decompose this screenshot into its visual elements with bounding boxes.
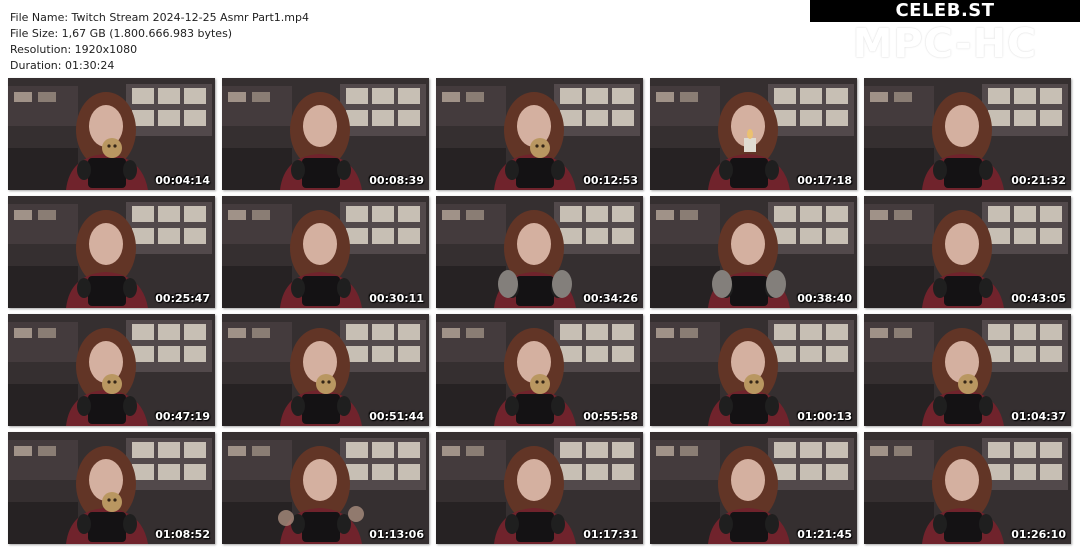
thumbnail-timestamp: 01:26:10 xyxy=(1011,528,1066,541)
video-thumbnail[interactable]: 00:38:40 xyxy=(650,196,857,308)
thumbnail-timestamp: 00:43:05 xyxy=(1011,292,1066,305)
watermark-branding: CELEB.ST MPC-HC xyxy=(810,0,1080,72)
video-thumbnail[interactable]: 01:13:06 xyxy=(222,432,429,544)
video-thumbnail[interactable]: 01:08:52 xyxy=(8,432,215,544)
file-info-panel: File Name: Twitch Stream 2024-12-25 Asmr… xyxy=(10,10,309,74)
thumbnail-timestamp: 00:38:40 xyxy=(797,292,852,305)
site-watermark: CELEB.ST xyxy=(895,0,995,21)
thumbnail-timestamp: 00:25:47 xyxy=(155,292,210,305)
thumbnail-timestamp: 00:12:53 xyxy=(583,174,638,187)
video-thumbnail[interactable]: 00:34:26 xyxy=(436,196,643,308)
duration-label: Duration: 01:30:24 xyxy=(10,59,115,72)
video-thumbnail[interactable]: 01:21:45 xyxy=(650,432,857,544)
video-thumbnail[interactable]: 00:51:44 xyxy=(222,314,429,426)
video-thumbnail[interactable]: 00:25:47 xyxy=(8,196,215,308)
thumbnail-timestamp: 01:00:13 xyxy=(797,410,852,423)
thumbnail-timestamp: 00:08:39 xyxy=(369,174,424,187)
thumbnail-timestamp: 00:51:44 xyxy=(369,410,424,423)
thumbnail-timestamp: 01:08:52 xyxy=(155,528,210,541)
thumbnail-timestamp: 01:21:45 xyxy=(797,528,852,541)
thumbnail-timestamp: 00:21:32 xyxy=(1011,174,1066,187)
thumbnail-timestamp: 01:17:31 xyxy=(583,528,638,541)
video-thumbnail[interactable]: 00:17:18 xyxy=(650,78,857,190)
app-watermark: MPC-HC xyxy=(852,21,1038,67)
thumbnail-timestamp: 00:17:18 xyxy=(797,174,852,187)
thumbnail-grid: 00:04:14 00:08:39 00:12:53 00:17:18 00:21:32… xyxy=(8,78,1078,548)
thumbnail-timestamp: 00:30:11 xyxy=(369,292,424,305)
file-size-label: File Size: 1,67 GB (1.800.666.983 bytes) xyxy=(10,27,233,40)
thumbnail-timestamp: 01:04:37 xyxy=(1011,410,1066,423)
video-thumbnail[interactable]: 00:04:14 xyxy=(8,78,215,190)
thumbnail-timestamp: 01:13:06 xyxy=(369,528,424,541)
video-thumbnail[interactable]: 00:21:32 xyxy=(864,78,1071,190)
video-thumbnail[interactable]: 01:00:13 xyxy=(650,314,857,426)
resolution-label: Resolution: 1920x1080 xyxy=(10,43,138,56)
thumbnail-timestamp: 00:47:19 xyxy=(155,410,210,423)
video-thumbnail[interactable]: 00:47:19 xyxy=(8,314,215,426)
file-name-label: File Name: Twitch Stream 2024-12-25 Asmr… xyxy=(10,11,309,24)
thumbnail-timestamp: 00:04:14 xyxy=(155,174,210,187)
video-thumbnail[interactable]: 01:17:31 xyxy=(436,432,643,544)
video-thumbnail[interactable]: 01:04:37 xyxy=(864,314,1071,426)
video-thumbnail[interactable]: 00:08:39 xyxy=(222,78,429,190)
thumbnail-timestamp: 00:55:58 xyxy=(583,410,638,423)
video-thumbnail[interactable]: 00:55:58 xyxy=(436,314,643,426)
video-thumbnail[interactable]: 00:43:05 xyxy=(864,196,1071,308)
thumbnail-timestamp: 00:34:26 xyxy=(583,292,638,305)
video-thumbnail[interactable]: 00:30:11 xyxy=(222,196,429,308)
video-thumbnail[interactable]: 01:26:10 xyxy=(864,432,1071,544)
video-thumbnail[interactable]: 00:12:53 xyxy=(436,78,643,190)
